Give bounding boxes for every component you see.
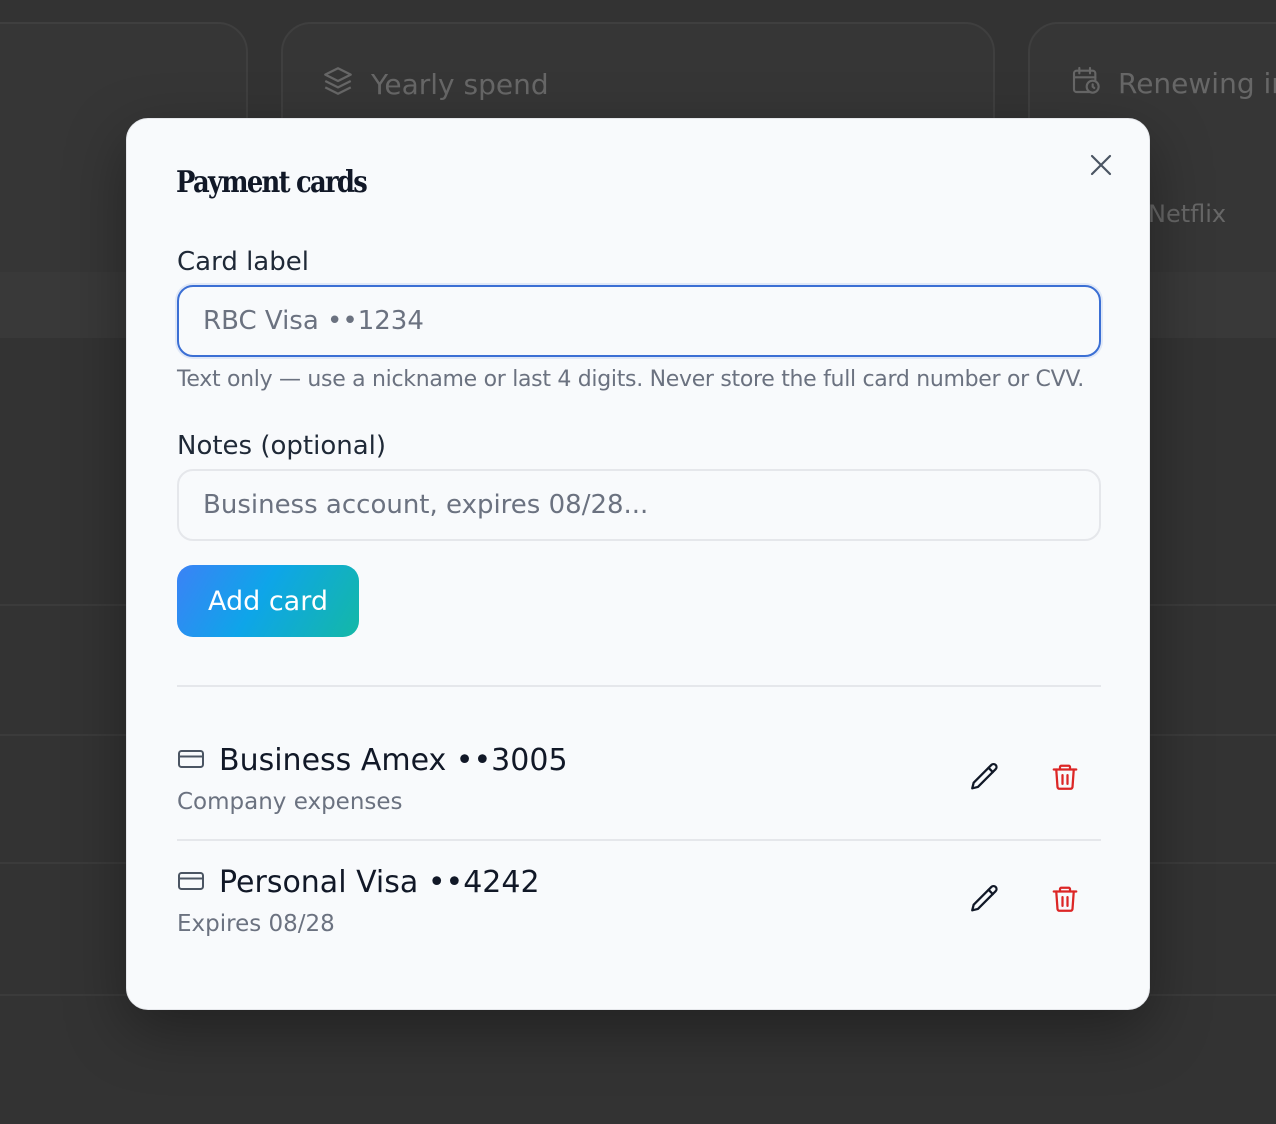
edit-card-button[interactable]	[963, 757, 1007, 801]
layers-icon	[321, 64, 355, 105]
dialog-title: Payment cards	[176, 165, 368, 200]
payment-cards-dialog: Payment cards Card label Text only — use…	[126, 118, 1150, 1010]
stat-label-renewing: Renewing in	[1118, 67, 1276, 100]
trash-icon	[1050, 883, 1080, 919]
delete-card-button[interactable]	[1043, 879, 1087, 923]
add-card-button[interactable]: Add card	[177, 565, 359, 637]
trash-icon	[1050, 761, 1080, 797]
card-label-hint: Text only — use a nickname or last 4 dig…	[177, 367, 1084, 392]
card-name: Personal Visa ••4242	[219, 865, 540, 900]
pencil-icon	[968, 882, 1002, 920]
card-note: Company expenses	[177, 789, 403, 815]
list-divider	[177, 839, 1101, 841]
notes-input[interactable]	[177, 469, 1101, 541]
credit-card-icon	[177, 870, 205, 896]
card-name: Business Amex ••3005	[219, 743, 568, 778]
delete-card-button[interactable]	[1043, 757, 1087, 801]
notes-label: Notes (optional)	[177, 431, 387, 461]
stat-label-yearly: Yearly spend	[371, 68, 549, 101]
card-list-item: Personal Visa ••4242 Expires 08/28	[177, 861, 1101, 971]
card-label-input[interactable]	[177, 285, 1101, 357]
section-divider	[177, 685, 1101, 687]
pencil-icon	[968, 760, 1002, 798]
close-button[interactable]	[1087, 153, 1115, 181]
close-icon	[1089, 153, 1113, 181]
renewing-service: Netflix	[1148, 200, 1227, 228]
edit-card-button[interactable]	[963, 879, 1007, 923]
card-label-label: Card label	[177, 247, 309, 277]
card-list-item: Business Amex ••3005 Company expenses	[177, 739, 1101, 849]
card-note: Expires 08/28	[177, 911, 335, 937]
credit-card-icon	[177, 748, 205, 774]
calendar-clock-icon	[1070, 64, 1102, 103]
